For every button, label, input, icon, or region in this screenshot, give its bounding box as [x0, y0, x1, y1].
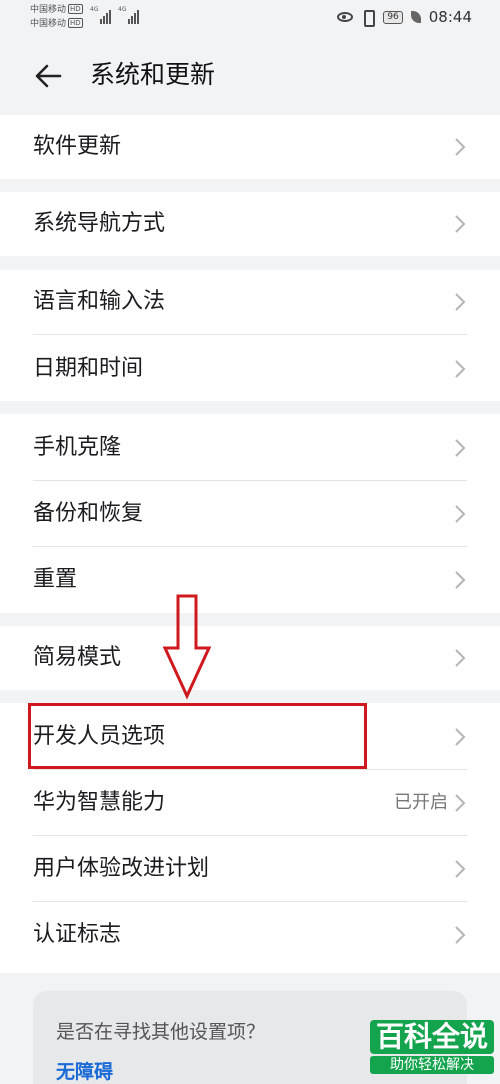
menu-item-backup-restore[interactable]: 备份和恢复	[0, 482, 500, 546]
chevron-right-icon	[455, 505, 466, 523]
watermark-subtitle: 助你轻松解决	[370, 1056, 494, 1074]
clock: 08:44	[428, 8, 472, 26]
menu-item-label: 软件更新	[33, 134, 122, 159]
chevron-right-icon	[455, 794, 466, 812]
divider	[33, 769, 467, 770]
menu-item-date-time[interactable]: 日期和时间	[0, 337, 500, 401]
menu-item-label: 备份和恢复	[33, 501, 144, 526]
highlight-box	[28, 703, 367, 769]
divider	[33, 546, 467, 547]
status-bar: 中国移动 HD 中国移动 HD 4G 4G 96 08:44	[0, 0, 500, 36]
menu-item-navigation-mode[interactable]: 系统导航方式	[0, 192, 500, 256]
menu-item-phone-clone[interactable]: 手机克隆	[0, 416, 500, 480]
carrier-1: 中国移动 HD	[30, 4, 83, 15]
chevron-right-icon	[455, 293, 466, 311]
menu-item-label: 语言和输入法	[33, 289, 166, 314]
menu-item-label: 认证标志	[33, 922, 122, 947]
chevron-right-icon	[455, 571, 466, 589]
arrow-left-icon[interactable]	[32, 58, 68, 94]
divider	[33, 480, 467, 481]
divider	[33, 835, 467, 836]
menu-item-label: 手机克隆	[33, 435, 122, 460]
menu-item-reset[interactable]: 重置	[0, 548, 500, 612]
chevron-right-icon	[455, 926, 466, 944]
menu-item-certification-logos[interactable]: 认证标志	[0, 903, 500, 967]
eye-comfort-icon	[337, 12, 354, 22]
chevron-right-icon	[455, 138, 466, 156]
menu-item-simple-mode[interactable]: 简易模式	[0, 626, 500, 690]
menu-item-label: 重置	[33, 567, 78, 592]
menu-item-label: 系统导航方式	[33, 211, 166, 236]
watermark-logo: 百科全说 助你轻松解决	[370, 1020, 494, 1080]
menu-item-language-input[interactable]: 语言和输入法	[0, 270, 500, 334]
chevron-right-icon	[455, 860, 466, 878]
app-header: 系统和更新	[0, 40, 500, 112]
settings-group-2: 系统导航方式	[0, 192, 500, 256]
chevron-right-icon	[455, 215, 466, 233]
chevron-right-icon	[455, 649, 466, 667]
accessibility-link[interactable]: 无障碍	[56, 1057, 113, 1084]
settings-group-5: 简易模式	[0, 626, 500, 690]
menu-item-label: 简易模式	[33, 645, 122, 670]
suggestion-question: 是否在寻找其他设置项？	[56, 1021, 266, 1043]
menu-item-label: 华为智慧能力	[33, 790, 166, 815]
menu-item-label: 用户体验改进计划	[33, 856, 210, 881]
chevron-right-icon	[455, 728, 466, 746]
menu-item-huawei-intelligence[interactable]: 华为智慧能力 已开启	[0, 771, 500, 835]
watermark-title: 百科全说	[370, 1020, 494, 1054]
status-right: 96 08:44	[337, 8, 472, 27]
menu-item-label: 日期和时间	[33, 356, 144, 381]
carrier-2: 中国移动 HD	[30, 18, 83, 29]
settings-group-3: 语言和输入法 日期和时间	[0, 270, 500, 401]
power-saving-leaf-icon	[410, 11, 421, 23]
down-arrow-annotation-icon	[162, 594, 212, 700]
chevron-right-icon	[455, 360, 466, 378]
menu-item-software-update[interactable]: 软件更新	[0, 115, 500, 179]
page-title: 系统和更新	[90, 60, 216, 89]
settings-group-1: 软件更新	[0, 115, 500, 179]
divider	[33, 901, 467, 902]
signal-icon-1: 4G	[90, 6, 111, 24]
battery-icon: 96	[383, 10, 403, 24]
status-value: 已开启	[394, 792, 448, 813]
menu-item-user-experience-program[interactable]: 用户体验改进计划	[0, 837, 500, 901]
vibrate-icon	[361, 10, 376, 27]
chevron-right-icon	[455, 439, 466, 457]
divider	[33, 334, 467, 335]
settings-group-4: 手机克隆 备份和恢复 重置	[0, 414, 500, 613]
signal-icon-2: 4G	[118, 6, 139, 24]
